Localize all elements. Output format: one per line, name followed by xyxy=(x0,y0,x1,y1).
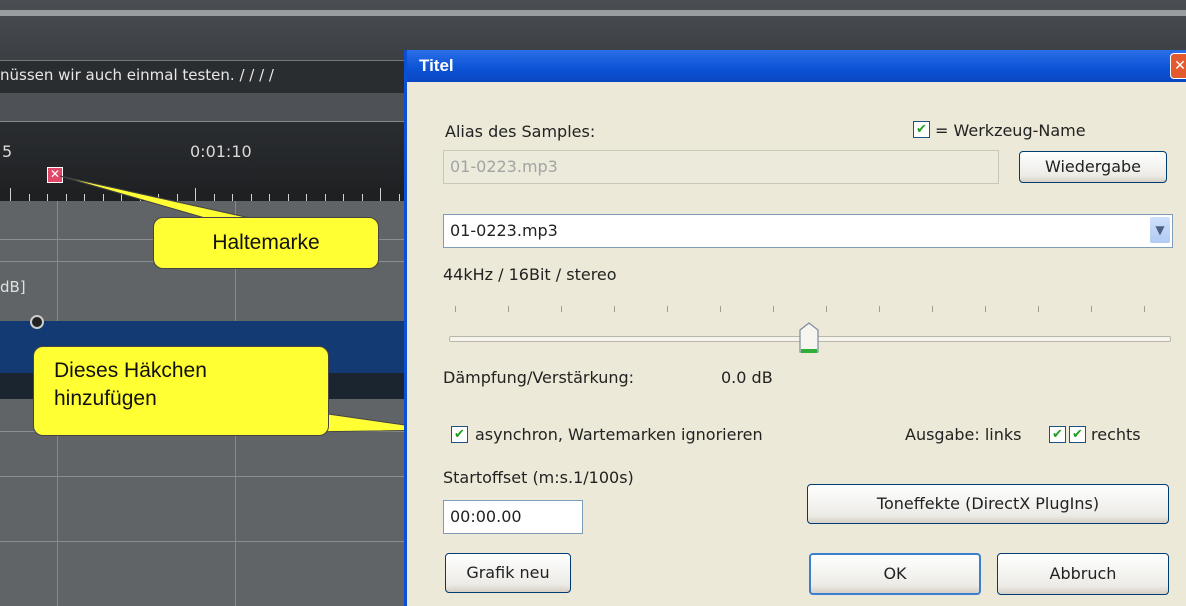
slider-tick xyxy=(614,306,615,312)
gain-slider-thumb[interactable] xyxy=(799,322,819,354)
format-info: 44kHz / 16Bit / stereo xyxy=(443,265,617,284)
sample-select-value: 01-0223.mp3 xyxy=(450,221,558,240)
slider-tick xyxy=(932,306,933,312)
time-ruler[interactable]: 5 0:01:10 xyxy=(0,121,410,202)
toneffekte-button[interactable]: Toneffekte (DirectX PlugIns) xyxy=(807,484,1169,524)
alias-label: Alias des Samples: xyxy=(445,122,596,141)
halte-marker-icon[interactable]: ✕ xyxy=(47,167,63,183)
rechts-label: rechts xyxy=(1091,425,1141,444)
links-checkbox[interactable]: ✔ xyxy=(1049,426,1066,443)
toolbar-strip xyxy=(0,10,1186,16)
callout-line-2: hinzufügen xyxy=(54,387,157,410)
slider-tick xyxy=(667,306,668,312)
alias-field: 01-0223.mp3 xyxy=(443,150,999,184)
slider-tick xyxy=(879,306,880,312)
grid-line xyxy=(0,541,410,542)
startoffset-field[interactable]: 00:00.00 xyxy=(443,500,583,534)
grid-line xyxy=(0,476,410,477)
ruler-time-label: 0:01:10 xyxy=(190,142,252,161)
ruler-tick xyxy=(380,188,381,202)
sample-select[interactable]: 01-0223.mp3 ▼ xyxy=(443,214,1173,248)
abbruch-button[interactable]: Abbruch xyxy=(997,553,1169,595)
ruler-tick xyxy=(195,188,196,202)
dialog-title: Titel xyxy=(419,56,454,75)
slider-tick xyxy=(1144,306,1145,312)
werkzeug-label: = Werkzeug-Name xyxy=(935,121,1086,140)
slider-tick xyxy=(826,306,827,312)
async-label: asynchron, Wartemarken ignorieren xyxy=(475,425,763,444)
slider-tick xyxy=(720,306,721,312)
callout-line-1: Dieses Häkchen xyxy=(54,359,207,382)
db-label: dB] xyxy=(0,278,26,296)
dialog-titlebar[interactable]: Titel ✕ xyxy=(407,50,1186,82)
slider-tick xyxy=(455,306,456,312)
werkzeug-checkbox[interactable]: ✔ xyxy=(913,121,930,138)
slider-tick xyxy=(1091,306,1092,312)
slider-tick xyxy=(985,306,986,312)
lyrics-track[interactable]: nüssen wir auch einmal testen. / / / / xyxy=(0,60,410,94)
ruler-tick xyxy=(10,188,11,202)
slider-tick xyxy=(508,306,509,312)
daempfung-value: 0.0 dB xyxy=(721,368,773,387)
ok-button[interactable]: OK xyxy=(809,553,981,595)
slider-tick xyxy=(1038,306,1039,312)
volume-knob-icon[interactable] xyxy=(30,315,44,329)
track-header-bar xyxy=(0,93,410,121)
ruler-left-label: 5 xyxy=(2,142,13,161)
grafik-neu-button[interactable]: Grafik neu xyxy=(445,553,571,593)
ausgabe-label: Ausgabe: links xyxy=(905,425,1022,444)
ruler-ticks xyxy=(0,182,410,202)
wiedergabe-button[interactable]: Wiedergabe xyxy=(1019,151,1167,183)
async-checkbox[interactable]: ✔ xyxy=(451,426,468,443)
daempfung-label: Dämpfung/Verstärkung: xyxy=(443,368,635,387)
titel-dialog: Titel ✕ Alias des Samples: ✔ = Werkzeug-… xyxy=(404,50,1186,606)
lyrics-text: nüssen wir auch einmal testen. / / / / xyxy=(0,66,274,84)
rechts-checkbox[interactable]: ✔ xyxy=(1069,426,1086,443)
close-icon[interactable]: ✕ xyxy=(1170,53,1186,79)
slider-tick xyxy=(561,306,562,312)
startoffset-label: Startoffset (m:s.1/100s) xyxy=(443,468,634,487)
callout-haltemarke: Haltemarke xyxy=(153,217,379,269)
chevron-down-icon[interactable]: ▼ xyxy=(1150,217,1170,243)
callout-haekchen: Dieses Häkchen hinzufügen xyxy=(33,346,329,436)
slider-tick xyxy=(773,306,774,312)
